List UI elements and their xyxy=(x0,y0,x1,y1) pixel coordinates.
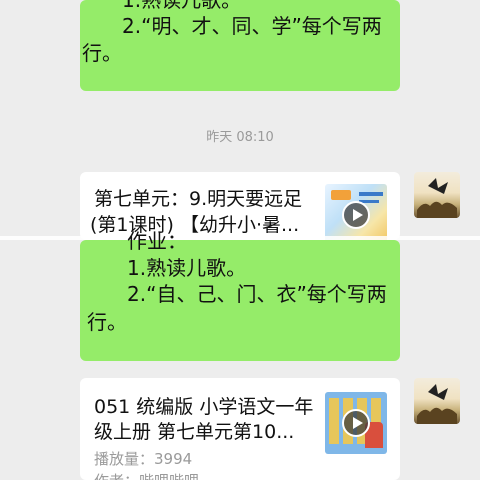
video-thumbnail xyxy=(325,392,387,454)
author: 作者：哔哩哔哩 xyxy=(94,470,199,480)
video-share-card[interactable]: 051 统编版 小学语文一年 级上册 第七单元第10... 播放量：3994 作… xyxy=(80,378,400,480)
bubble-line: 作业： xyxy=(127,229,187,253)
card-title: 051 统编版 小学语文一年 xyxy=(94,396,314,418)
bubble-line: 2.“自、己、门、衣”每个写两 xyxy=(127,282,387,306)
view-count: 播放量：3994 xyxy=(94,450,193,468)
card-title: 级上册 第七单元第10... xyxy=(94,421,295,443)
bubble-line: 行。 xyxy=(82,41,122,65)
bubble-line: 1.熟读儿歌。 xyxy=(122,0,242,12)
avatar[interactable] xyxy=(414,378,460,424)
homework-bubble-2[interactable]: 作业： 1.熟读儿歌。 2.“自、己、门、衣”每个写两 行。 xyxy=(80,229,400,361)
bubble-line: 1.熟读儿歌。 xyxy=(127,256,247,280)
card-title: 第七单元：9.明天要远足 xyxy=(94,188,303,210)
card-title: (第1课时) 【幼升小·暑... xyxy=(90,214,300,236)
bubble-line: 行。 xyxy=(87,310,127,334)
homework-bubble-1[interactable]: 1.熟读儿歌。 2.“明、才、同、学”每个写两 行。 xyxy=(80,0,400,91)
bubble-line: 2.“明、才、同、学”每个写两 xyxy=(122,14,382,38)
chat-timestamp: 昨天 08:10 xyxy=(206,130,274,145)
avatar[interactable] xyxy=(414,172,460,218)
play-icon xyxy=(342,201,370,229)
play-icon xyxy=(342,409,370,437)
video-thumbnail xyxy=(325,184,387,240)
